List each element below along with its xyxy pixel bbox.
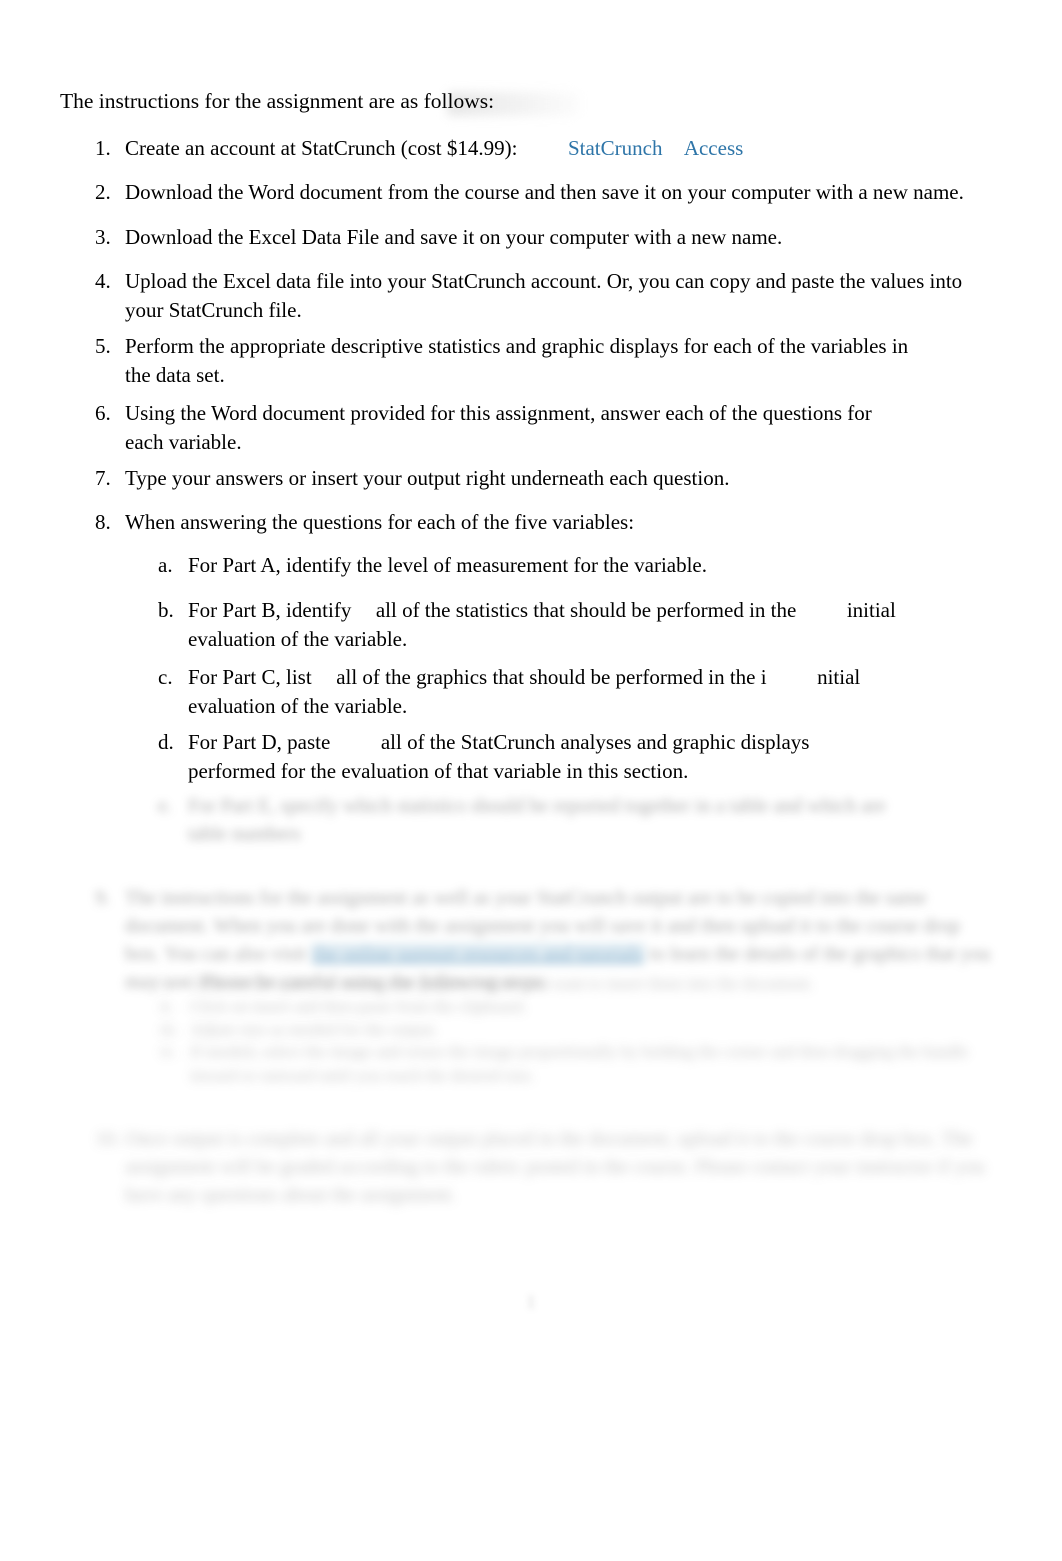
list-item-9-sub-i: i. There is the option to resize your gr… [160,972,880,995]
list-item-9-sub-ii-text: Click on insert and then paste from the … [190,997,527,1016]
sublist-item-d-body: For Part D, paste all of the StatCrunch … [188,728,898,786]
list-item-1: 1. Create an account at StatCrunch (cost… [95,134,970,163]
sublist-item-b: b. For Part B, identify all of the stati… [158,596,958,654]
support-resources-link[interactable]: the online support resources and tutoria… [311,943,645,965]
list-item-3-text: Download the Excel Data File and save it… [125,225,783,249]
sublist-item-c-text-2: all of the graphics that should be perfo… [336,665,767,689]
statcrunch-link[interactable]: StatCrunch [568,136,663,160]
list-item-9-sub-ii: ii. Click on insert and then paste from … [160,995,680,1018]
list-marker-3: 3. [95,225,111,249]
sublist-marker-i: i. [160,974,169,993]
list-item-9-sub-iii-text: Adjust size as needed for the output. [190,1020,438,1039]
access-link[interactable]: Access [684,136,743,160]
sublist-item-e-redacted: e. For Part E, specify which statistics … [158,792,918,848]
list-item-8: 8. When answering the questions for each… [95,508,970,537]
sublist-item-d-text-1: For Part D, paste [188,730,331,754]
list-marker-1: 1. [95,136,111,160]
sublist-item-a: a. For Part A, identify the level of mea… [158,551,968,580]
list-item-10-line-1: Once output is complete and all your out… [125,1128,938,1150]
list-item-9-sub-iii: iii. Adjust size as needed for the outpu… [160,1018,560,1041]
list-item-4-text: Upload the Excel data file into your Sta… [125,269,963,322]
sublist-marker-d: d. [158,730,174,754]
list-item-10-redacted: 10. Once output is complete and all your… [95,1125,1000,1209]
document-page: The instructions for the assignment are … [0,0,1062,1561]
list-marker-4: 4. [95,269,111,293]
sublist-item-d: d. For Part D, paste all of the StatCrun… [158,728,898,786]
sublist-item-e-line-1: For Part E, specify which statistics sho… [188,795,857,817]
list-item-9-line-3-pre: You can also visit [164,943,307,965]
sublist-item-a-text: For Part A, identify the level of measur… [188,553,708,577]
sublist-marker-b: b. [158,598,174,622]
sublist-marker-a: a. [158,553,173,577]
list-marker-7: 7. [95,466,111,490]
list-marker-8: 8. [95,510,111,534]
sublist-item-e-body: For Part E, specify which statistics sho… [188,792,918,848]
list-item-1-text: Create an account at StatCrunch (cost $1… [125,136,518,160]
list-marker-2: 2. [95,180,111,204]
sublist-item-b-body: For Part B, identify all of the statisti… [188,596,958,654]
list-item-1-body: Create an account at StatCrunch (cost $1… [125,134,970,163]
list-item-9-sub-iv-text: If needed, select the image and resize t… [190,1042,969,1085]
list-item-7-text: Type your answers or insert your output … [125,466,730,490]
list-item-4: 4. Upload the Excel data file into your … [95,267,970,325]
list-item-8-text: When answering the questions for each of… [125,510,635,534]
sublist-item-c: c. For Part C, list all of the graphics … [158,663,948,721]
list-marker-6: 6. [95,401,111,425]
list-marker-9: 9. [95,887,110,909]
sublist-item-c-text-1: For Part C, list [188,665,312,689]
list-item-3: 3. Download the Excel Data File and save… [95,223,970,252]
sublist-marker-iii: iii. [160,1020,179,1039]
sublist-marker-ii: ii. [160,997,174,1016]
list-marker-5: 5. [95,334,111,358]
sublist-item-b-text-2: all of the statistics that should be per… [375,598,797,622]
page-title: The instructions for the assignment are … [60,89,495,113]
list-item-10-body: Once output is complete and all your out… [125,1125,1000,1209]
list-item-9-sub-i-text: There is the option to resize your graph… [190,974,814,993]
page-number: 1 [526,1292,536,1313]
sublist-marker-iv: iv. [160,1042,177,1061]
list-item-9-sub-iv: iv. If needed, select the image and resi… [160,1040,980,1088]
list-item-6: 6. Using the Word document provided for … [95,399,885,457]
list-item-2-text: Download the Word document from the cour… [125,180,964,204]
list-item-6-text: Using the Word document provided for thi… [125,401,872,454]
sublist-item-b-text-1: For Part B, identify [188,598,352,622]
list-item-5-text: Perform the appropriate descriptive stat… [125,334,909,387]
list-item-2: 2. Download the Word document from the c… [95,178,970,207]
list-marker-10: 10. [95,1128,120,1150]
sublist-item-c-body: For Part C, list all of the graphics tha… [188,663,948,721]
sublist-marker-c: c. [158,665,173,689]
sublist-marker-e: e. [158,795,172,817]
list-item-5: 5. Perform the appropriate descriptive s… [95,332,935,390]
list-item-7: 7. Type your answers or insert your outp… [95,464,970,493]
